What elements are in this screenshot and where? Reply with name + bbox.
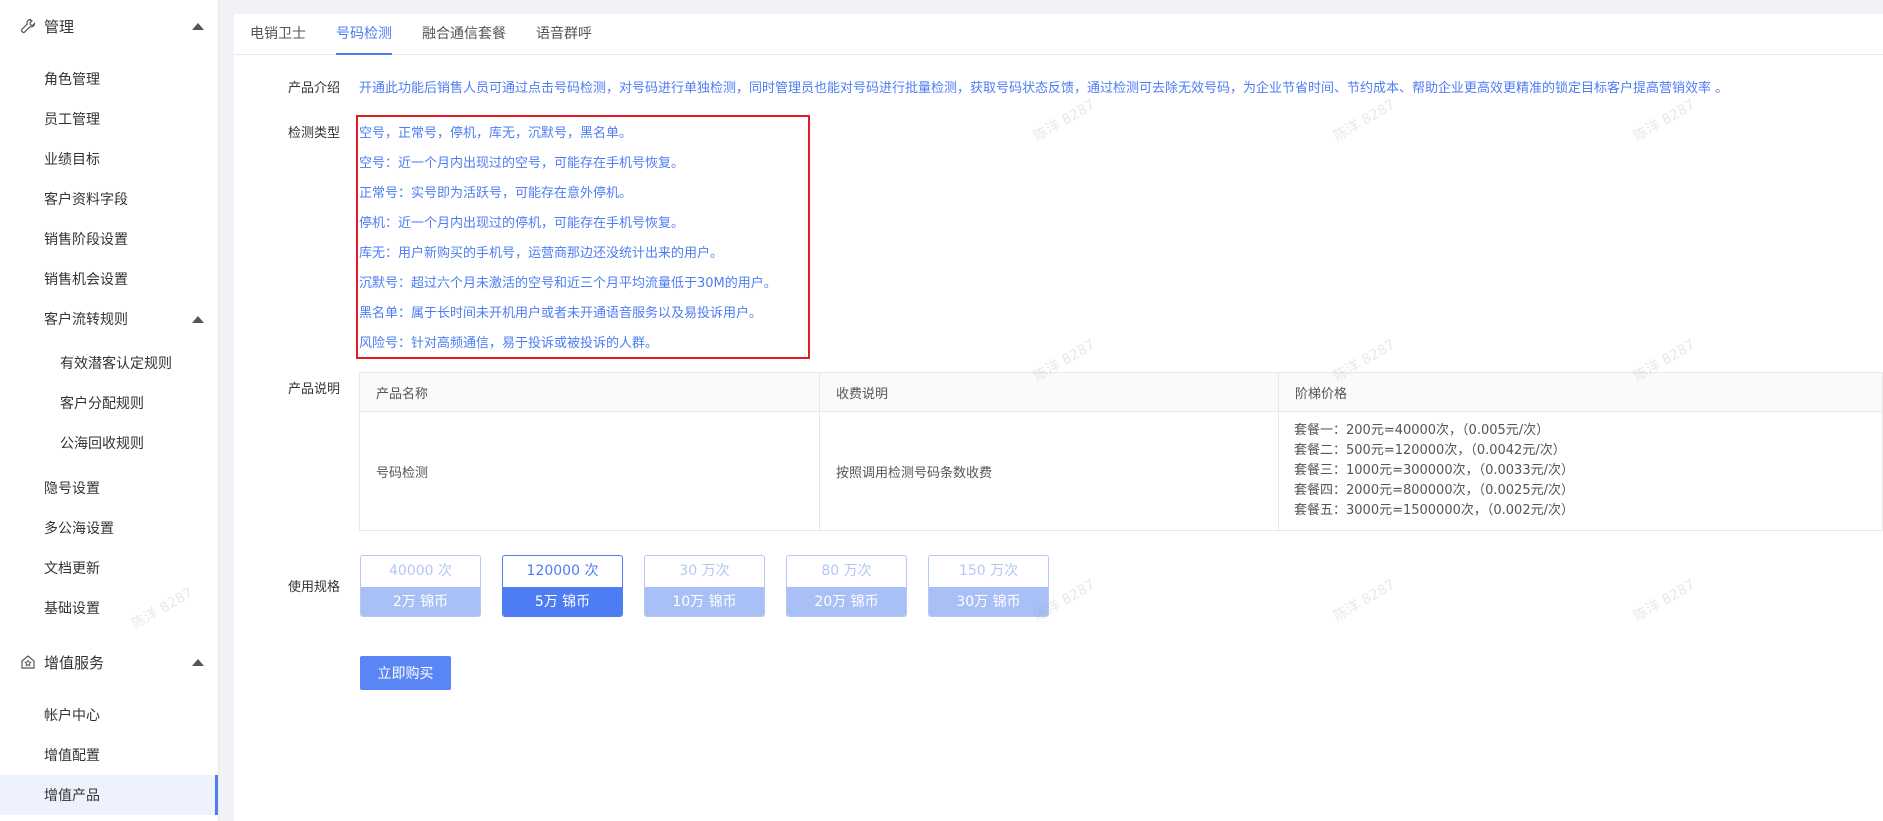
menu-item-label: 客户分配规则 — [60, 396, 144, 412]
menu-item-customer-fields[interactable]: 客户资料字段 — [0, 179, 218, 219]
menu-group-label: 增值服务 — [44, 653, 105, 672]
menu-item-label: 基础设置 — [44, 601, 100, 617]
label-desc: 产品说明 — [288, 382, 341, 397]
tier-price: 套餐三：1000元=300000次，（0.0033元/次） — [1294, 463, 1574, 478]
tier-price: 套餐五：3000元=1500000次，（0.002元/次） — [1294, 503, 1574, 518]
menu-item-assign-rule[interactable]: 客户分配规则 — [0, 383, 218, 423]
menu-item-label: 增值产品 — [44, 788, 100, 804]
menu-item-label: 增值配置 — [44, 748, 100, 764]
menu-item-label: 隐号设置 — [44, 481, 100, 497]
type-line: 空号：近一个月内出现过的空号，可能存在手机号恢复。 — [359, 156, 685, 171]
menu-item-label: 有效潜客认定规则 — [60, 356, 172, 372]
tab-number-check[interactable]: 号码检测 — [336, 14, 392, 55]
col-fee-desc: 收费说明 — [819, 372, 1279, 412]
col-tier-price: 阶梯价格 — [1278, 372, 1883, 412]
menu-item-label: 文档更新 — [44, 561, 100, 577]
type-line: 空号，正常号，停机，库无，沉默号，黑名单。 — [359, 126, 633, 141]
spec-count: 40000 次 — [389, 563, 452, 579]
type-line: 库无：用户新购买的手机号，运营商那边还没统计出来的用户。 — [359, 246, 724, 261]
tab-voice-broadcast[interactable]: 语音群呼 — [536, 14, 592, 54]
menu-item-label: 帐户中心 — [44, 708, 100, 724]
wrench-icon — [19, 17, 37, 35]
menu-group-manage[interactable]: 管理 — [0, 6, 218, 46]
menu-item-label: 客户资料字段 — [44, 192, 128, 208]
menu-group-value-service[interactable]: 增值服务 — [0, 642, 218, 682]
spec-price: 30万 锦币 — [929, 587, 1048, 616]
menu-item-doc-update[interactable]: 文档更新 — [0, 548, 218, 588]
spec-price: 20万 锦币 — [787, 587, 906, 616]
menu-item-value-products[interactable]: 增值产品 — [0, 775, 218, 815]
menu-item-staff[interactable]: 员工管理 — [0, 99, 218, 139]
col-product-name: 产品名称 — [359, 372, 820, 412]
spec-count: 120000 次 — [526, 563, 599, 579]
menu-item-label: 业绩目标 — [44, 152, 100, 168]
spec-option-5[interactable]: 150 万次 30万 锦币 — [928, 555, 1049, 617]
menu-item-basic-settings[interactable]: 基础设置 — [0, 588, 218, 628]
tier-price: 套餐二：500元=120000次，（0.0042元/次） — [1294, 443, 1566, 458]
tab-bar: 电销卫士 号码检测 融合通信套餐 语音群呼 — [234, 14, 1883, 55]
type-line: 风险号：针对高频通信，易于投诉或被投诉的人群。 — [359, 336, 659, 351]
house-star-icon — [19, 653, 37, 671]
spec-option-4[interactable]: 80 万次 20万 锦币 — [786, 555, 907, 617]
label-spec: 使用规格 — [288, 580, 341, 595]
menu-item-label: 客户流转规则 — [44, 312, 128, 328]
type-line: 黑名单：属于长时间未开机用户或者未开通语音服务以及易投诉用户。 — [359, 306, 763, 321]
menu-item-role[interactable]: 角色管理 — [0, 59, 218, 99]
tab-telemarketing-guard[interactable]: 电销卫士 — [250, 14, 306, 54]
spec-count: 80 万次 — [821, 563, 872, 579]
table-header-row: 产品名称 收费说明 阶梯价格 — [359, 372, 1883, 412]
menu-item-account-center[interactable]: 帐户中心 — [0, 695, 218, 735]
spec-option-3[interactable]: 30 万次 10万 锦币 — [644, 555, 765, 617]
menu-item-label: 多公海设置 — [44, 521, 114, 537]
menu-item-label: 员工管理 — [44, 112, 100, 128]
menu-item-flow-rules[interactable]: 客户流转规则 — [0, 299, 218, 339]
menu-item-target[interactable]: 业绩目标 — [0, 139, 218, 179]
type-line: 沉默号：超过六个月未激活的空号和近三个月平均流量低于30M的用户。 — [359, 276, 777, 291]
intro-text: 开通此功能后销售人员可通过点击号码检测，对号码进行单独检测，同时管理员也能对号码… — [359, 81, 1729, 96]
main-content: 电销卫士 号码检测 融合通信套餐 语音群呼 产品介绍 开通此功能后销售人员可通过… — [234, 14, 1883, 821]
tier-price: 套餐一：200元=40000次，（0.005元/次） — [1294, 423, 1550, 438]
caret-up-icon[interactable] — [192, 315, 204, 323]
tab-fusion-package[interactable]: 融合通信套餐 — [422, 14, 506, 54]
product-name-cell: 号码检测 — [359, 411, 820, 531]
tier-price-cell: 套餐一：200元=40000次，（0.005元/次） 套餐二：500元=1200… — [1278, 411, 1883, 531]
buy-now-button[interactable]: 立即购买 — [360, 656, 451, 690]
menu-item-hidden-number[interactable]: 隐号设置 — [0, 468, 218, 508]
fee-desc-cell: 按照调用检测号码条数收费 — [819, 411, 1279, 531]
menu-item-label: 销售机会设置 — [44, 272, 128, 288]
tier-price: 套餐四：2000元=800000次，（0.0025元/次） — [1294, 483, 1574, 498]
menu-item-label: 公海回收规则 — [60, 436, 144, 452]
label-types: 检测类型 — [288, 126, 341, 141]
spec-price: 10万 锦币 — [645, 587, 764, 616]
menu-item-lead-rule[interactable]: 有效潜客认定规则 — [0, 343, 218, 383]
label-intro: 产品介绍 — [288, 81, 341, 96]
menu-item-label: 角色管理 — [44, 72, 100, 88]
table-row: 号码检测 按照调用检测号码条数收费 套餐一：200元=40000次，（0.005… — [359, 411, 1883, 531]
spec-count: 30 万次 — [679, 563, 730, 579]
menu-item-multi-pool[interactable]: 多公海设置 — [0, 508, 218, 548]
spec-option-2[interactable]: 120000 次 5万 锦币 — [502, 555, 623, 617]
spec-option-1[interactable]: 40000 次 2万 锦币 — [360, 555, 481, 617]
menu-group-label: 管理 — [44, 17, 75, 36]
spec-price: 2万 锦币 — [361, 587, 480, 616]
menu-item-sales-stage[interactable]: 销售阶段设置 — [0, 219, 218, 259]
product-table: 产品名称 收费说明 阶梯价格 号码检测 按照调用检测号码条数收费 套餐一：200… — [359, 372, 1883, 531]
caret-up-icon[interactable] — [192, 22, 204, 30]
type-line: 正常号：实号即为活跃号，可能存在意外停机。 — [359, 186, 633, 201]
menu-item-sales-opportunity[interactable]: 销售机会设置 — [0, 259, 218, 299]
type-line: 停机：近一个月内出现过的停机，可能存在手机号恢复。 — [359, 216, 685, 231]
spec-count: 150 万次 — [958, 563, 1019, 579]
menu-item-recycle-rule[interactable]: 公海回收规则 — [0, 423, 218, 463]
menu-item-value-config[interactable]: 增值配置 — [0, 735, 218, 775]
spec-price: 5万 锦币 — [503, 587, 622, 616]
sidebar: 管理 角色管理 员工管理 业绩目标 客户资料字段 销售阶段设置 销售机会设置 客… — [0, 0, 219, 821]
caret-up-icon[interactable] — [192, 658, 204, 666]
menu-item-label: 销售阶段设置 — [44, 232, 128, 248]
